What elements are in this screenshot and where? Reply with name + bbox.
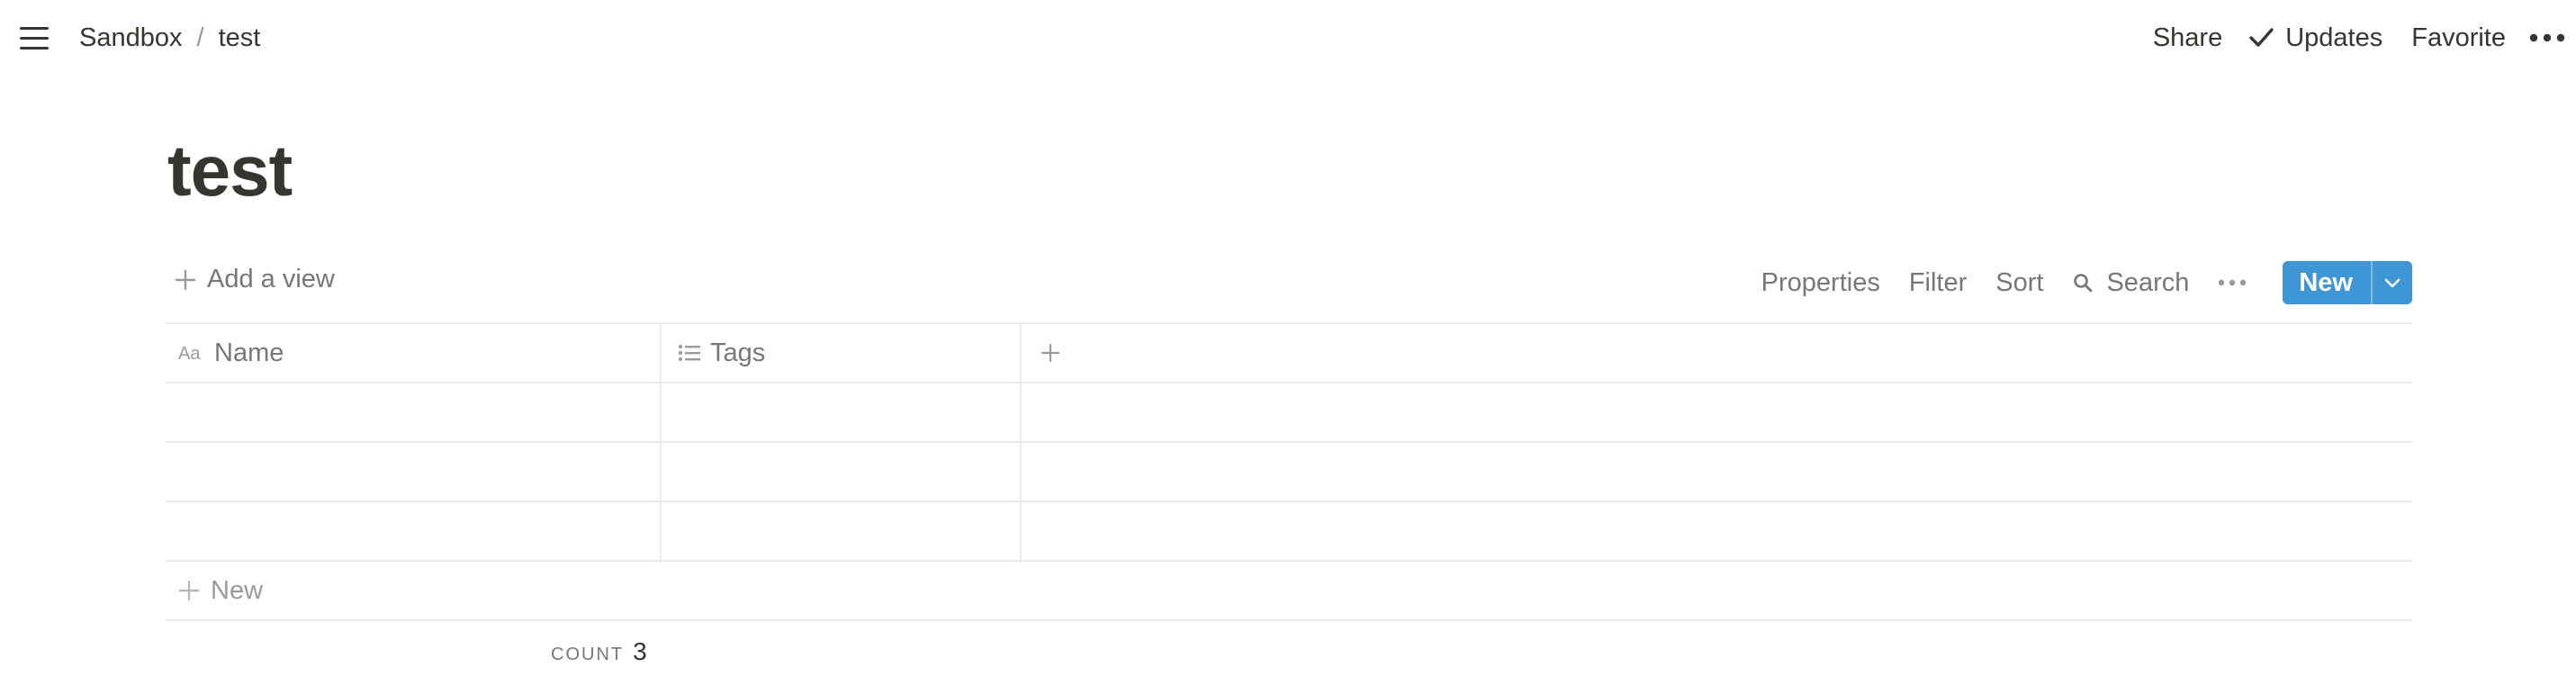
- column-header-tags-label: Tags: [710, 338, 766, 367]
- breadcrumb: Sandbox / test: [79, 20, 260, 56]
- database-view-bar: Add a view Properties Filter Sort Search…: [166, 259, 2412, 306]
- cell-empty: [1022, 443, 2412, 501]
- cell-tags[interactable]: [662, 502, 1022, 560]
- svg-text:Aa: Aa: [178, 344, 201, 364]
- add-view-label: Add a view: [207, 265, 335, 293]
- view-more-options-icon[interactable]: [2218, 279, 2247, 286]
- add-row-label: New: [211, 575, 264, 605]
- list-property-icon: [679, 345, 700, 361]
- add-property-button[interactable]: [1022, 324, 2412, 382]
- row-count[interactable]: COUNT 3: [551, 637, 647, 666]
- top-actions: Share Updates Favorite: [2153, 20, 2576, 56]
- cell-tags[interactable]: [662, 384, 1022, 441]
- updates-button[interactable]: Updates: [2247, 23, 2382, 53]
- properties-button[interactable]: Properties: [1761, 268, 1880, 298]
- breadcrumb-separator: /: [196, 23, 204, 52]
- plus-icon: [1040, 343, 1060, 363]
- more-options-icon[interactable]: [2518, 20, 2576, 56]
- search-icon: [2074, 274, 2093, 293]
- add-view-button[interactable]: Add a view: [175, 265, 335, 294]
- add-row-button[interactable]: New: [166, 562, 2412, 621]
- table-row: [166, 443, 2412, 502]
- filter-button[interactable]: Filter: [1909, 268, 1967, 298]
- database-table: Aa Name Tags New: [166, 322, 2412, 621]
- new-record-button[interactable]: New: [2283, 261, 2371, 304]
- cell-name[interactable]: [166, 502, 662, 560]
- table-row: [166, 502, 2412, 562]
- column-header-tags[interactable]: Tags: [662, 324, 1022, 382]
- sort-button[interactable]: Sort: [1995, 268, 2043, 298]
- breadcrumb-item-test[interactable]: test: [219, 23, 261, 53]
- cell-empty: [1022, 502, 2412, 560]
- search-label: Search: [2106, 267, 2190, 297]
- cell-empty: [1022, 384, 2412, 441]
- checkmark-icon: [2249, 28, 2274, 47]
- cell-tags[interactable]: [662, 443, 1022, 501]
- plus-icon: [178, 580, 200, 601]
- chevron-down-icon: [2384, 278, 2400, 288]
- new-options-dropdown[interactable]: [2371, 261, 2412, 304]
- text-property-icon: Aa: [178, 344, 201, 364]
- cell-name[interactable]: [166, 443, 662, 501]
- top-bar: Sandbox / test Share Updates Favorite: [0, 0, 2576, 76]
- search-button[interactable]: Search: [2072, 268, 2189, 298]
- count-label: COUNT: [551, 645, 625, 664]
- column-header-name[interactable]: Aa Name: [166, 324, 662, 382]
- cell-name[interactable]: [166, 384, 662, 441]
- count-value: 3: [633, 637, 647, 665]
- breadcrumb-item-sandbox[interactable]: Sandbox: [79, 23, 183, 53]
- share-button[interactable]: Share: [2153, 23, 2222, 53]
- table-header-row: Aa Name Tags: [166, 322, 2412, 384]
- table-row: [166, 384, 2412, 443]
- hamburger-menu-icon[interactable]: [18, 22, 52, 56]
- column-header-name-label: Name: [214, 338, 284, 367]
- favorite-button[interactable]: Favorite: [2411, 23, 2506, 53]
- updates-label: Updates: [2285, 23, 2383, 52]
- plus-icon: [175, 269, 196, 290]
- view-actions: Properties Filter Sort Search New: [1733, 259, 2412, 306]
- new-record-button-group: New: [2283, 261, 2412, 304]
- page-title[interactable]: test: [167, 135, 293, 207]
